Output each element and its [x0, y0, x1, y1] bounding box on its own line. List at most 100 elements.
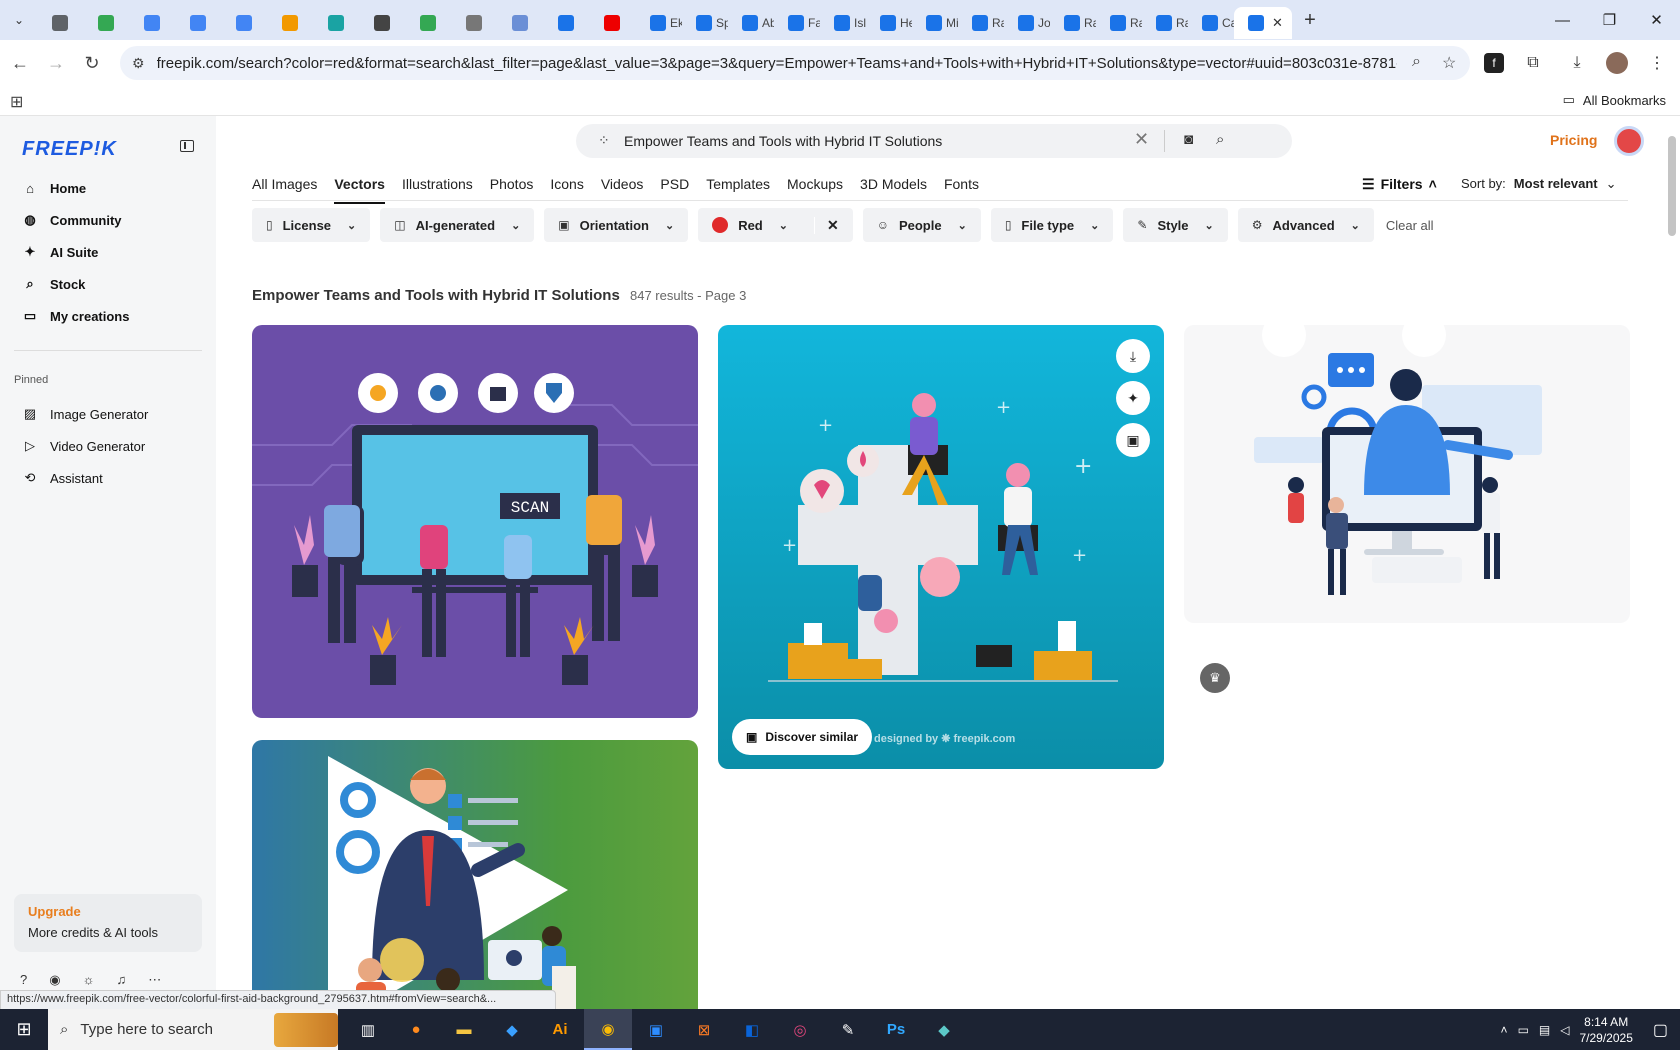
browser-tab[interactable]: Sp	[682, 7, 728, 39]
search-mode-icon[interactable]: ⁘	[598, 132, 610, 149]
filter-chip-red[interactable]: Red ⌄ ✕	[698, 208, 853, 242]
browser-tab[interactable]: Ra	[1096, 7, 1142, 39]
result-card-remote-support[interactable]	[1184, 325, 1630, 623]
result-card-security-scan[interactable]: SCAN	[252, 325, 698, 718]
camera-search-icon[interactable]: ◙	[1184, 131, 1193, 148]
illustrator-icon[interactable]: Ai	[536, 1009, 584, 1050]
apps-grid-icon[interactable]: ⊞	[10, 92, 23, 112]
tab-search-button[interactable]: ⌄	[0, 0, 38, 40]
downloads-icon[interactable]: ⤓	[1562, 48, 1592, 78]
theme-sun-icon[interactable]: ☼	[83, 972, 95, 988]
close-window-icon[interactable]: ✕	[1633, 0, 1680, 40]
url-text[interactable]: freepik.com/search?color=red&format=sear…	[157, 55, 1397, 72]
wifi-icon[interactable]: ▤	[1539, 1023, 1550, 1037]
browser-tab[interactable]: Ra	[1050, 7, 1096, 39]
volume-icon[interactable]: ◁	[1560, 1023, 1569, 1037]
browser-tab[interactable]	[590, 7, 636, 39]
tray-chevron-icon[interactable]: ˄	[1501, 1023, 1508, 1037]
browser-tab[interactable]: Mi	[912, 7, 958, 39]
browser-tab[interactable]	[544, 7, 590, 39]
pen-tool-icon[interactable]: ✎	[824, 1009, 872, 1050]
user-avatar[interactable]	[1614, 126, 1644, 156]
chrome-icon[interactable]: ◉	[584, 1009, 632, 1050]
sidebar-item-image-generator[interactable]: ▨ Image Generator	[0, 398, 216, 430]
ai-edit-icon[interactable]: ✦	[1116, 381, 1150, 415]
taskbar-search[interactable]: ⌕ Type here to search	[48, 1009, 338, 1050]
browser-tab[interactable]	[406, 7, 452, 39]
reload-icon[interactable]: ↻	[76, 47, 108, 79]
discover-similar-button[interactable]: ▣ Discover similar	[732, 719, 873, 755]
browser-tab[interactable]	[498, 7, 544, 39]
search-icon[interactable]: ⌕	[1216, 131, 1224, 148]
help-icon[interactable]: ?	[20, 972, 27, 988]
browser-tab[interactable]: Ra	[1142, 7, 1188, 39]
more-icon[interactable]: ⋯	[148, 972, 161, 988]
clear-search-icon[interactable]: ✕	[1134, 129, 1149, 150]
xampp-icon[interactable]: ⊠	[680, 1009, 728, 1050]
notification-bell-icon[interactable]: ♫	[117, 972, 127, 988]
browser-tab[interactable]	[176, 7, 222, 39]
outlook-icon[interactable]: ◧	[728, 1009, 776, 1050]
sort-dropdown[interactable]: Sort by: Most relevant ⌄	[1461, 176, 1617, 192]
remove-color-filter-icon[interactable]: ✕	[813, 216, 839, 234]
result-card-first-aid[interactable]: + + + + + ⤓ ✦ ▣ ▣ Discover similar desig…	[718, 325, 1164, 769]
taskbar-clock[interactable]: 8:14 AM 7/29/2025	[1579, 1014, 1632, 1046]
collapse-sidebar-icon[interactable]	[180, 140, 194, 152]
sidebar-item-community[interactable]: ◍ Community	[0, 204, 216, 236]
browser-tab[interactable]	[452, 7, 498, 39]
site-info-icon[interactable]: ⚙	[132, 55, 145, 72]
notifications-icon[interactable]: ▢	[1653, 1020, 1668, 1040]
sidebar-item-video-generator[interactable]: ▷ Video Generator	[0, 430, 216, 462]
filter-chip-people[interactable]: ☺ People ⌄	[862, 208, 981, 242]
extension-fontself-icon[interactable]: f	[1484, 53, 1504, 73]
browser-tab[interactable]: Ab	[728, 7, 774, 39]
page-scrollbar[interactable]	[1664, 116, 1680, 1009]
network-icon[interactable]: ▭	[1518, 1023, 1529, 1037]
browser-menu-icon[interactable]: ⋮	[1642, 48, 1672, 78]
sidebar-item-ai-suite[interactable]: ✦ AI Suite	[0, 236, 216, 268]
upgrade-card[interactable]: Upgrade More credits & AI tools	[14, 894, 202, 952]
photoshop-icon[interactable]: Ps	[872, 1009, 920, 1050]
zoom-app-icon[interactable]: ▣	[632, 1009, 680, 1050]
browser-tab[interactable]: Jo	[1004, 7, 1050, 39]
browser-tab[interactable]	[38, 7, 84, 39]
browser-tab[interactable]: Isl	[820, 7, 866, 39]
result-card-business-presentation[interactable]	[252, 740, 698, 1009]
firefox-icon[interactable]: ●	[392, 1009, 440, 1050]
filter-chip-orientation[interactable]: ▣ Orientation ⌄	[544, 208, 689, 242]
extensions-puzzle-icon[interactable]: ⧉	[1518, 48, 1548, 78]
sidebar-item-stock[interactable]: ⌕ Stock	[0, 268, 216, 300]
browser-tab[interactable]	[360, 7, 406, 39]
browser-tab[interactable]	[84, 7, 130, 39]
filters-toggle[interactable]: ☰ Filters ˄	[1362, 176, 1437, 193]
windows-start-icon[interactable]: ⊞	[0, 1009, 48, 1050]
browser-tab[interactable]	[314, 7, 360, 39]
scrollbar-thumb[interactable]	[1668, 136, 1676, 236]
browser-tab[interactable]	[222, 7, 268, 39]
discord-icon[interactable]: ◉	[49, 972, 60, 988]
close-tab-icon[interactable]: ✕	[1272, 15, 1283, 31]
forward-icon[interactable]: →	[40, 47, 72, 79]
profile-avatar-icon[interactable]	[1606, 52, 1628, 74]
freepik-logo[interactable]: FREEP!K	[22, 138, 117, 161]
new-tab-button[interactable]: +	[1292, 9, 1328, 32]
clear-all-filters-link[interactable]: Clear all	[1386, 218, 1434, 233]
restore-icon[interactable]: ❐	[1586, 0, 1633, 40]
app-diamond-icon[interactable]: ◆	[920, 1009, 968, 1050]
file-explorer-icon[interactable]: ▬	[440, 1009, 488, 1050]
sidebar-item-my-creations[interactable]: ▭ My creations	[0, 300, 216, 332]
filter-chip-style[interactable]: ✎ Style ⌄	[1123, 208, 1228, 242]
browser-tab[interactable]	[268, 7, 314, 39]
filter-chip-ai-generated[interactable]: ◫ AI-generated ⌄	[380, 208, 535, 242]
zoom-icon[interactable]: ⌕	[1412, 53, 1421, 71]
creative-cloud-icon[interactable]: ◎	[776, 1009, 824, 1050]
browser-tab[interactable]: Ek	[636, 7, 682, 39]
download-icon[interactable]: ⤓	[1116, 339, 1150, 373]
bookmark-star-icon[interactable]: ☆	[1442, 53, 1456, 73]
browser-tab[interactable]: Ra	[958, 7, 1004, 39]
browser-tab[interactable]	[130, 7, 176, 39]
pricing-link[interactable]: Pricing	[1550, 132, 1597, 148]
filter-chip-file-type[interactable]: ▯ File type ⌄	[990, 208, 1114, 242]
browser-tab[interactable]: Ca	[1188, 7, 1234, 39]
vscode-icon[interactable]: ◆	[488, 1009, 536, 1050]
